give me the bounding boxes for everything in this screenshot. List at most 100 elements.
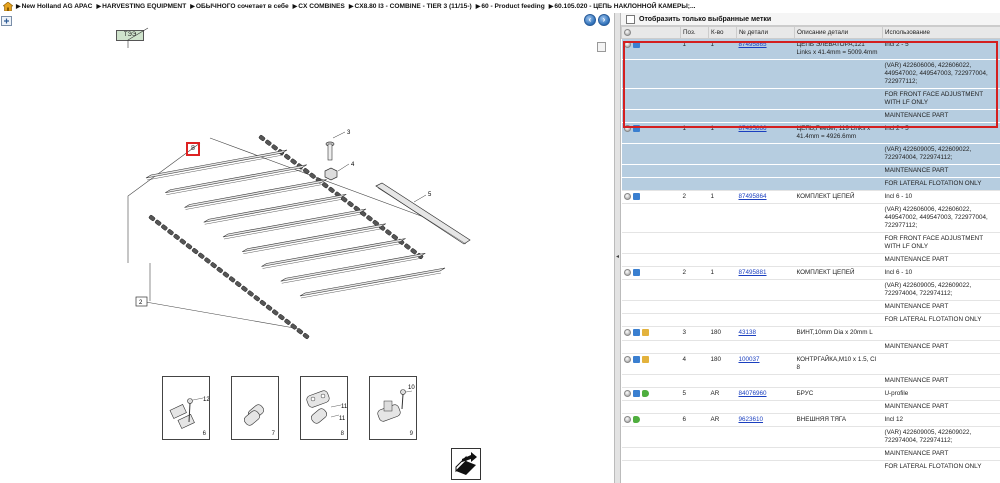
info-icon[interactable] — [623, 125, 631, 132]
table-row[interactable]: 3 180 43138 ВИНТ,10mm Dia x 20mm L — [621, 326, 1000, 341]
detail-thumbnail-8[interactable]: 11 11 8 — [300, 376, 348, 440]
detail-thumbnail-9[interactable]: 10 9 — [369, 376, 417, 440]
info-icon[interactable] — [623, 269, 631, 277]
table-row-detail[interactable]: MAINTENANCE PART — [621, 109, 1000, 123]
table-row-detail[interactable]: MAINTENANCE PART — [621, 399, 1000, 414]
table-row[interactable]: 4 180 100037 КОНТРГАЙКА,M10 x 1.5, Cl 8 — [621, 352, 1000, 375]
cell-usage: (VAR) 422606006, 422606022, 449547002, 4… — [882, 203, 1000, 233]
table-row-detail[interactable]: FOR FRONT FACE ADJUSTMENT WITH LF ONLY — [621, 232, 1000, 254]
info-icon[interactable] — [623, 389, 631, 397]
table-row-detail[interactable]: (VAR) 422609005, 422609022, 722974004, 7… — [621, 425, 1000, 448]
home-icon[interactable] — [3, 2, 13, 11]
add-to-cart-icon[interactable] — [632, 329, 640, 337]
thumb-6-callout: 12 — [203, 397, 209, 403]
table-row-detail[interactable]: (VAR) 422606006, 422606022, 449547002, 4… — [621, 203, 1000, 233]
package-icon[interactable] — [641, 355, 649, 363]
row-icons — [621, 313, 681, 327]
add-to-cart-icon[interactable] — [632, 125, 640, 132]
table-row-detail[interactable]: FOR FRONT FACE ADJUSTMENT WITH LF ONLY — [621, 88, 1000, 110]
table-row-detail[interactable]: (VAR) 422609005, 422609022, 722974004, 7… — [621, 143, 1000, 165]
table-row-detail[interactable]: MAINTENANCE PART — [621, 164, 1000, 178]
add-to-cart-icon[interactable] — [632, 355, 640, 363]
cell-quantity — [708, 59, 737, 89]
cell-usage: FOR LATERAL FLOTATION ONLY — [882, 459, 1000, 473]
detail-thumbnail-7[interactable]: 7 — [231, 376, 279, 440]
breadcrumb-item[interactable]: ▶60 - Product feeding — [476, 3, 545, 10]
cell-part-number — [736, 399, 795, 414]
cell-quantity — [708, 399, 737, 414]
add-to-cart-icon[interactable] — [632, 193, 640, 200]
header-position[interactable]: Поз. — [680, 26, 709, 39]
table-row-detail[interactable]: (VAR) 422609005, 422609022, 722974004, 7… — [621, 279, 1000, 301]
table-row-detail[interactable]: MAINTENANCE PART — [621, 300, 1000, 314]
row-icons — [621, 143, 681, 165]
pane-splitter[interactable]: ◂ — [614, 13, 621, 483]
table-row[interactable]: 1 1 87495866 ЦЕПЬ,Feeder, 119 Links x 41.4m… — [621, 122, 1000, 144]
info-icon[interactable] — [623, 193, 631, 200]
export-image-button[interactable] — [451, 448, 481, 480]
part-number-link[interactable]: 87495881 — [739, 269, 767, 276]
cell-position: 2 — [680, 189, 709, 204]
add-to-cart-icon[interactable] — [632, 389, 640, 397]
table-row-detail[interactable]: FOR LATERAL FLOTATION ONLY — [621, 313, 1000, 327]
cell-part-number: 43138 — [736, 326, 795, 341]
table-row-detail[interactable]: MAINTENANCE PART — [621, 446, 1000, 461]
cell-quantity — [708, 88, 737, 110]
info-icon[interactable] — [623, 41, 631, 48]
substitute-arrow-icon[interactable] — [641, 389, 649, 397]
cell-position — [680, 300, 709, 314]
table-row[interactable]: 6 AR 9623610 ВНЕШНЯЯ ТЯГА Incl 12 — [621, 412, 1000, 427]
header-part-number[interactable]: № детали — [736, 26, 795, 39]
part-number-link[interactable]: 43138 — [739, 329, 757, 336]
breadcrumb-item[interactable]: ▶New Holland AG APAC — [16, 3, 92, 10]
part-number-link[interactable]: 87495865 — [739, 41, 767, 48]
breadcrumb-item[interactable]: ▶HARVESTING EQUIPMENT — [96, 3, 186, 10]
cell-usage: (VAR) 422609005, 422609022, 722974004, 7… — [882, 279, 1000, 301]
table-row-detail[interactable]: FOR LATERAL FLOTATION ONLY — [621, 177, 1000, 191]
part-number-link[interactable]: 84076960 — [739, 390, 767, 397]
cell-part-number — [736, 253, 795, 267]
part-number-link[interactable]: 87495864 — [739, 193, 767, 200]
breadcrumb-item[interactable]: ▶CX COMBINES — [293, 3, 345, 10]
add-to-cart-icon[interactable] — [632, 269, 640, 277]
show-selected-checkbox[interactable] — [626, 14, 635, 24]
table-row[interactable]: 2 1 87495864 КОМПЛЕКТ ЦЕПЕЙ Incl 6 - 10 — [621, 189, 1000, 204]
collapse-arrow-icon[interactable]: ◂ — [616, 253, 619, 261]
table-row-detail[interactable]: FOR LATERAL FLOTATION ONLY — [621, 459, 1000, 473]
cell-usage: U-profile — [882, 386, 1000, 401]
row-icons — [621, 88, 681, 110]
row-icons — [621, 109, 681, 123]
header-usage[interactable]: Использование — [882, 26, 1000, 39]
part-number-link[interactable]: 100037 — [739, 356, 760, 363]
table-row[interactable]: 5 AR 84076960 БРУС U-profile — [621, 386, 1000, 401]
part-number-link[interactable]: 9623610 — [739, 416, 764, 423]
info-icon[interactable] — [623, 415, 631, 423]
cell-position: 4 — [680, 352, 709, 375]
cell-description — [794, 109, 883, 123]
header-description[interactable]: Описание детали — [794, 26, 883, 39]
cell-part-number — [736, 143, 795, 165]
table-row[interactable]: 1 1 87495865 ЦЕПЬ ЭЛЕВАТОРА,121 Links x 41.… — [621, 38, 1000, 60]
package-icon[interactable] — [641, 329, 649, 337]
table-row[interactable]: 2 1 87495881 КОМПЛЕКТ ЦЕПЕЙ Incl 6 - 10 — [621, 266, 1000, 280]
cell-usage — [882, 352, 1000, 375]
row-icons — [621, 266, 681, 280]
breadcrumb-item[interactable]: ▶CX8.80 I3 - COMBINE - TIER 3 (11/15-) — [349, 3, 472, 10]
cell-usage: MAINTENANCE PART — [882, 399, 1000, 414]
header-quantity[interactable]: К-во — [708, 26, 737, 39]
table-row-detail[interactable]: (VAR) 422606006, 422606022, 449547002, 4… — [621, 59, 1000, 89]
breadcrumb-item[interactable]: ▶60.105.020 - ЦЕПЬ НАКЛОННОЙ КАМЕРЫ;... — [549, 3, 696, 10]
table-row-detail[interactable]: MAINTENANCE PART — [621, 253, 1000, 267]
breadcrumb-item[interactable]: ▶ОБЫЧНОГО сочетает в себе — [190, 3, 288, 10]
settings-icon[interactable] — [624, 28, 631, 36]
part-number-link[interactable]: 87495866 — [739, 125, 767, 132]
add-to-cart-icon[interactable] — [632, 41, 640, 48]
info-icon[interactable] — [623, 329, 631, 337]
table-row-detail[interactable]: MAINTENANCE PART — [621, 339, 1000, 354]
substitute-arrow-icon[interactable] — [632, 415, 640, 423]
info-icon[interactable] — [623, 355, 631, 363]
detail-thumbnail-6[interactable]: 12 6 — [162, 376, 210, 440]
table-row-detail[interactable]: MAINTENANCE PART — [621, 373, 1000, 388]
selected-position-marker[interactable]: 8 — [186, 142, 200, 156]
row-icons — [621, 399, 681, 414]
